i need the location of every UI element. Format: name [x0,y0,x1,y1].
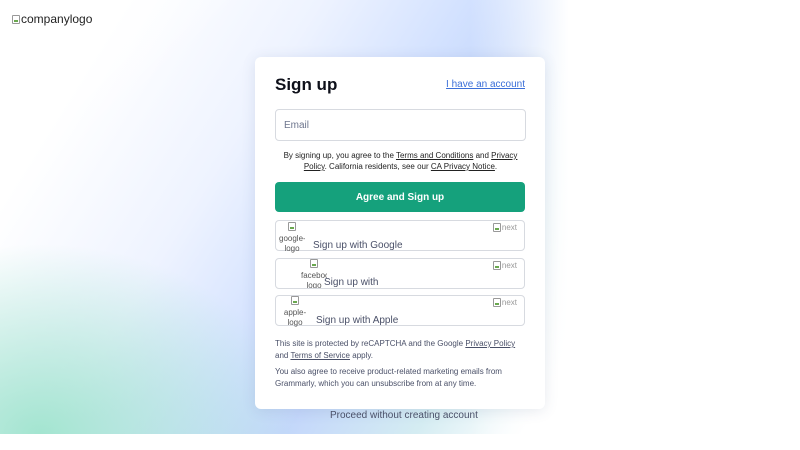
recaptcha-notice: This site is protected by reCAPTCHA and … [275,339,516,360]
broken-image-icon [12,14,20,24]
broken-image-icon [492,223,501,232]
terms-text: By signing up, you agree to the Terms an… [275,150,526,172]
terms-of-service-link[interactable]: Terms of Service [290,351,350,360]
have-account-link[interactable]: I have an account [446,79,525,90]
facebook-signup-button[interactable]: facebook-logo Sign up with Facebook next [275,258,525,289]
next-icon: next [492,223,517,232]
broken-image-icon [492,298,501,307]
company-logo[interactable]: companylogo [12,12,92,26]
next-icon: next [492,261,517,270]
broken-image-icon [492,261,501,270]
broken-image-icon [309,259,318,268]
google-signup-label: Sign up with Google [313,240,403,251]
apple-signup-button[interactable]: apple-logo Sign up with Apple next [275,295,525,328]
page-title: Sign up [275,75,338,94]
terms-end: . [494,162,498,171]
email-field[interactable] [275,109,526,141]
marketing-note: You also agree to receive product-relate… [275,367,502,388]
apple-signup-label: Sign up with Apple [316,315,399,326]
broken-image-icon [290,296,299,305]
proceed-without-account-link[interactable]: Proceed without creating account [330,410,478,421]
facebook-signup-label: Sign up with Facebook [324,277,379,288]
terms-link[interactable]: Terms and Conditions [396,151,473,160]
terms-and: and [475,151,489,160]
signup-card: Sign up I have an account By signing up,… [255,57,545,409]
terms-middle: . California residents, see our [324,162,429,171]
agree-signup-button[interactable]: Agree and Sign up [275,182,525,212]
next-icon: next [492,298,517,307]
terms-prefix: By signing up, you agree to the [283,151,394,160]
google-logo-icon: google-logo [279,222,305,254]
broken-image-icon [287,222,296,231]
ca-privacy-notice-link[interactable]: CA Privacy Notice [431,162,495,171]
google-privacy-policy-link[interactable]: Privacy Policy [465,339,515,348]
google-signup-button[interactable]: google-logo Sign up with Google next [275,220,525,254]
apple-logo-icon: apple-logo [282,296,308,328]
company-logo-alt: companylogo [21,12,93,26]
